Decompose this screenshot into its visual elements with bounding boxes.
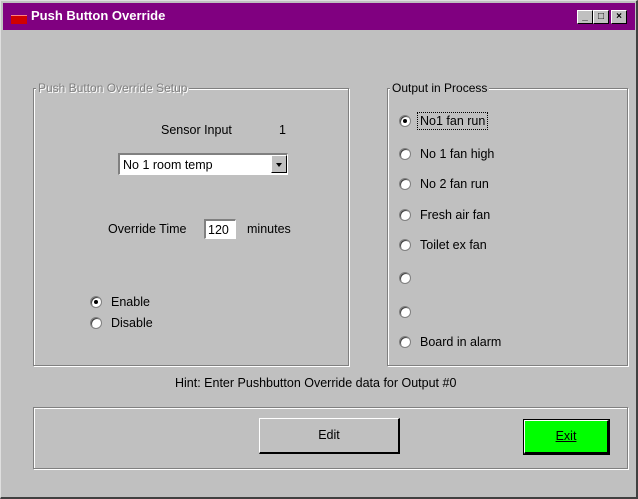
enable-label[interactable]: Enable: [111, 294, 150, 310]
maximize-button[interactable]: □: [593, 10, 609, 24]
sensor-select-value: No 1 room temp: [123, 158, 213, 172]
override-time-input[interactable]: [204, 219, 236, 239]
sensor-input-value: 1: [279, 123, 286, 137]
exit-button[interactable]: Exit: [523, 419, 610, 455]
output-label-2[interactable]: No 2 fan run: [420, 176, 489, 192]
edit-button[interactable]: Edit: [259, 418, 400, 454]
output-group-label: Output in Process: [390, 81, 490, 95]
override-time-label: Override Time: [108, 222, 187, 236]
setup-group-label: Push Button Override Setup: [36, 81, 190, 95]
output-radio-4[interactable]: [399, 239, 411, 251]
app-icon[interactable]: [11, 15, 27, 24]
hint-text: Hint: Enter Pushbutton Override data for…: [175, 376, 457, 390]
push-button-override-window: Push Button Override _ □ × Push Button O…: [0, 0, 638, 499]
title-bar[interactable]: Push Button Override _ □ ×: [3, 3, 635, 30]
output-radio-0[interactable]: [399, 115, 411, 127]
output-radio-1[interactable]: [399, 148, 411, 160]
output-groupbox: Output in Process: [387, 81, 628, 366]
output-label-3[interactable]: Fresh air fan: [420, 207, 490, 223]
sensor-input-label: Sensor Input: [161, 123, 232, 137]
chevron-down-icon[interactable]: [271, 155, 287, 173]
enable-radio[interactable]: [90, 296, 102, 308]
window-title: Push Button Override: [31, 8, 166, 23]
close-button[interactable]: ×: [611, 10, 627, 24]
output-label-1[interactable]: No 1 fan high: [420, 146, 494, 162]
minimize-button[interactable]: _: [577, 10, 593, 24]
output-label-4[interactable]: Toilet ex fan: [420, 237, 487, 253]
output-radio-2[interactable]: [399, 178, 411, 190]
output-radio-5[interactable]: [399, 272, 411, 284]
disable-label[interactable]: Disable: [111, 315, 153, 331]
output-radio-3[interactable]: [399, 209, 411, 221]
disable-radio[interactable]: [90, 317, 102, 329]
override-time-unit: minutes: [247, 222, 291, 236]
output-label-7[interactable]: Board in alarm: [420, 334, 501, 350]
output-radio-7[interactable]: [399, 336, 411, 348]
output-radio-6[interactable]: [399, 306, 411, 318]
sensor-select[interactable]: No 1 room temp: [118, 153, 288, 175]
output-label-0[interactable]: No1 fan run: [416, 112, 489, 130]
